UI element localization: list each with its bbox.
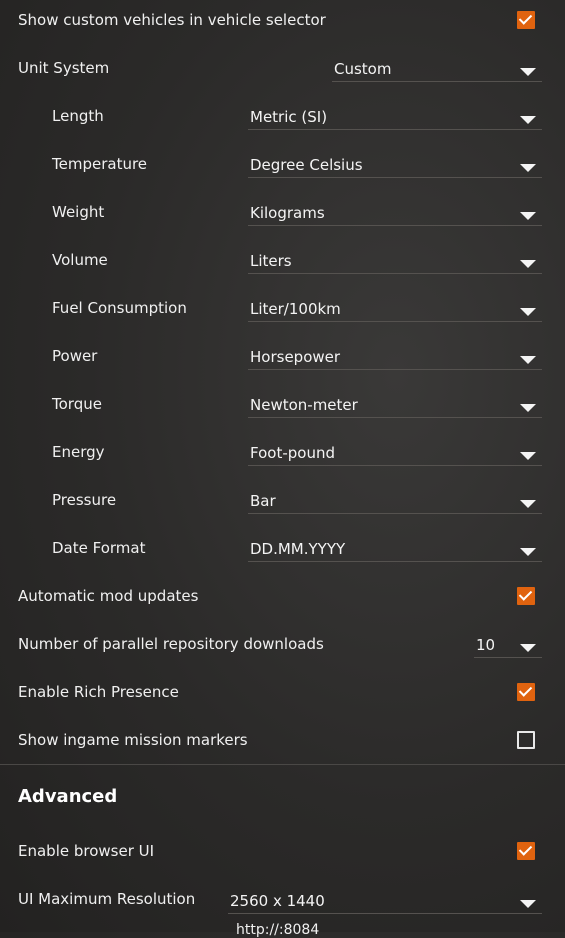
unit-power-label: Power: [52, 347, 98, 365]
chevron-down-icon: [520, 356, 536, 364]
setting-mission-markers: Show ingame mission markers: [0, 720, 565, 768]
unit-length-select[interactable]: Metric (SI): [248, 105, 542, 130]
unit-date-select[interactable]: DD.MM.YYYY: [248, 537, 542, 562]
max-resolution-label: UI Maximum Resolution: [18, 890, 196, 908]
unit-energy-select[interactable]: Foot-pound: [248, 441, 542, 466]
unit-fuel-value: Liter/100km: [250, 300, 341, 318]
unit-energy-label: Energy: [52, 443, 105, 461]
chevron-down-icon: [520, 500, 536, 508]
chevron-down-icon: [520, 452, 536, 460]
unit-system-value: Custom: [334, 60, 392, 78]
chevron-down-icon: [520, 308, 536, 316]
unit-pressure-select[interactable]: Bar: [248, 489, 542, 514]
unit-system-select[interactable]: Custom: [332, 57, 542, 82]
rich-presence-checkbox[interactable]: [517, 683, 535, 701]
max-resolution-select[interactable]: 2560 x 1440: [228, 889, 542, 914]
unit-power-select[interactable]: Horsepower: [248, 345, 542, 370]
chevron-down-icon: [520, 260, 536, 268]
setting-auto-mod-updates: Automatic mod updates: [0, 576, 565, 624]
unit-torque-label: Torque: [52, 395, 102, 413]
chevron-down-icon: [520, 900, 536, 908]
unit-torque-value: Newton-meter: [250, 396, 358, 414]
unit-weight-label: Weight: [52, 203, 105, 221]
chevron-down-icon: [520, 212, 536, 220]
unit-row-torque: Torque Newton-meter: [0, 384, 565, 432]
unit-power-value: Horsepower: [250, 348, 341, 366]
unit-pressure-value: Bar: [250, 492, 276, 510]
unit-row-power: Power Horsepower: [0, 336, 565, 384]
setting-rich-presence: Enable Rich Presence: [0, 672, 565, 720]
unit-date-label: Date Format: [52, 539, 146, 557]
chevron-down-icon: [520, 404, 536, 412]
unit-fuel-label: Fuel Consumption: [52, 299, 187, 317]
advanced-section-title: Advanced: [18, 786, 118, 807]
parallel-downloads-value: 10: [476, 636, 496, 654]
unit-volume-label: Volume: [52, 251, 108, 269]
unit-row-fuel-consumption: Fuel Consumption Liter/100km: [0, 288, 565, 336]
unit-row-pressure: Pressure Bar: [0, 480, 565, 528]
unit-length-label: Length: [52, 107, 104, 125]
browser-ui-checkbox[interactable]: [517, 842, 535, 860]
unit-volume-value: Liters: [250, 252, 292, 270]
setting-unit-system: Unit System Custom: [0, 48, 565, 96]
unit-row-temperature: Temperature Degree Celsius: [0, 144, 565, 192]
browser-ui-label: Enable browser UI: [18, 842, 155, 860]
chevron-down-icon: [520, 164, 536, 172]
unit-system-label: Unit System: [18, 59, 110, 77]
unit-energy-value: Foot-pound: [250, 444, 335, 462]
unit-fuel-select[interactable]: Liter/100km: [248, 297, 542, 322]
mission-markers-checkbox[interactable]: [517, 731, 535, 749]
chevron-down-icon: [520, 116, 536, 124]
rich-presence-label: Enable Rich Presence: [18, 683, 179, 701]
cutoff-url-text: http://:8084: [236, 922, 320, 938]
mission-markers-label: Show ingame mission markers: [18, 731, 248, 749]
auto-mod-updates-label: Automatic mod updates: [18, 587, 199, 605]
unit-weight-value: Kilograms: [250, 204, 325, 222]
unit-row-weight: Weight Kilograms: [0, 192, 565, 240]
parallel-downloads-select[interactable]: 10: [474, 633, 542, 658]
custom-vehicles-label: Show custom vehicles in vehicle selector: [18, 11, 326, 29]
setting-parallel-downloads: Number of parallel repository downloads …: [0, 624, 565, 672]
unit-row-date-format: Date Format DD.MM.YYYY: [0, 528, 565, 576]
chevron-down-icon: [520, 548, 536, 556]
unit-length-value: Metric (SI): [250, 108, 328, 126]
unit-row-volume: Volume Liters: [0, 240, 565, 288]
setting-custom-vehicles: Show custom vehicles in vehicle selector: [0, 0, 565, 48]
unit-torque-select[interactable]: Newton-meter: [248, 393, 542, 418]
max-resolution-value: 2560 x 1440: [230, 892, 325, 910]
setting-max-resolution: UI Maximum Resolution 2560 x 1440: [0, 879, 565, 927]
unit-temperature-value: Degree Celsius: [250, 156, 363, 174]
parallel-downloads-label: Number of parallel repository downloads: [18, 635, 324, 653]
unit-volume-select[interactable]: Liters: [248, 249, 542, 274]
unit-pressure-label: Pressure: [52, 491, 117, 509]
chevron-down-icon: [520, 644, 536, 652]
unit-temperature-label: Temperature: [52, 155, 148, 173]
custom-vehicles-checkbox[interactable]: [517, 11, 535, 29]
auto-mod-updates-checkbox[interactable]: [517, 587, 535, 605]
setting-browser-ui: Enable browser UI: [0, 831, 565, 879]
section-divider: [0, 764, 565, 765]
unit-row-energy: Energy Foot-pound: [0, 432, 565, 480]
unit-temperature-select[interactable]: Degree Celsius: [248, 153, 542, 178]
unit-weight-select[interactable]: Kilograms: [248, 201, 542, 226]
chevron-down-icon: [520, 68, 536, 76]
unit-row-length: Length Metric (SI): [0, 96, 565, 144]
unit-date-value: DD.MM.YYYY: [250, 540, 346, 558]
